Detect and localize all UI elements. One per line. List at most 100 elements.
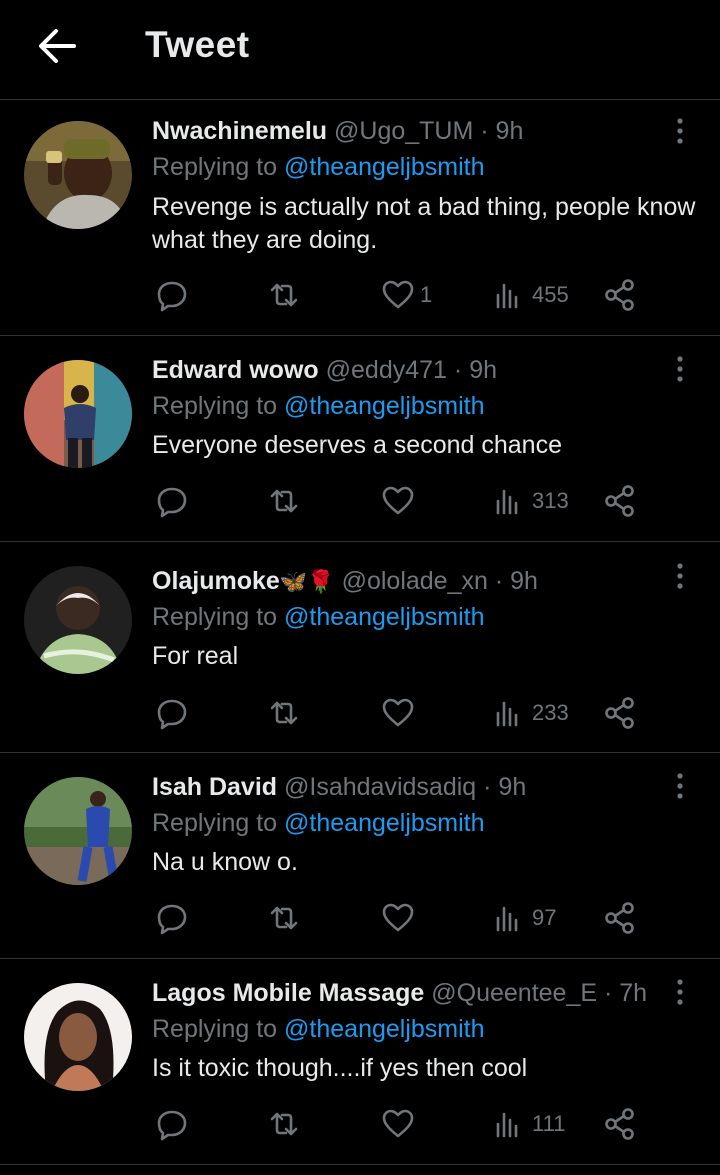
share-icon: [605, 279, 634, 311]
like-button[interactable]: [380, 481, 420, 521]
share-icon: [605, 902, 634, 934]
views-chart-icon: [496, 906, 518, 932]
tweet-text: Everyone deserves a second chance: [152, 431, 562, 459]
share-button[interactable]: [602, 481, 638, 521]
reply-tweet[interactable]: Isah David @Isahdavidsadiq · 9h Replying…: [0, 753, 720, 959]
reply-icon: [157, 699, 187, 730]
share-button[interactable]: [602, 898, 638, 938]
reply-button[interactable]: [154, 275, 190, 315]
heart-icon: [382, 698, 414, 727]
heart-icon: [382, 280, 414, 309]
mention-link[interactable]: @theangeljbsmith: [284, 392, 485, 420]
action-bar: 97: [150, 898, 650, 938]
reply-tweet[interactable]: Olajumoke🦋🌹 @ololade_xn · 9h Replying to…: [0, 542, 720, 753]
avatar[interactable]: [24, 566, 132, 674]
action-bar: 111: [150, 1104, 650, 1144]
reply-meta: Edward wowo @eddy471 · 9h: [152, 353, 497, 387]
replying-to-label: Replying to: [152, 153, 278, 181]
app-header: Tweet: [0, 0, 720, 100]
timestamp[interactable]: 9h: [510, 567, 538, 595]
back-arrow-icon[interactable]: [34, 26, 78, 66]
page-title: Tweet: [145, 24, 250, 65]
more-options-icon[interactable]: [670, 976, 690, 1010]
name-emoji: 🦋🌹: [279, 569, 335, 594]
reply-tweet[interactable]: Nwachinemelu @Ugo_TUM · 9h Replying to @…: [0, 101, 720, 336]
display-name[interactable]: Isah David: [152, 773, 277, 801]
tweet-text: Revenge is actually not a bad thing, peo…: [152, 193, 696, 254]
more-options-icon[interactable]: [670, 115, 690, 149]
timestamp[interactable]: 7h: [619, 979, 647, 1007]
reply-meta: Olajumoke🦋🌹 @ololade_xn · 9h: [152, 564, 538, 598]
user-handle[interactable]: @Isahdavidsadiq: [284, 773, 476, 801]
like-count: 1: [420, 282, 433, 307]
share-icon: [605, 1108, 634, 1140]
like-button[interactable]: [380, 1104, 420, 1144]
reply-button[interactable]: [154, 898, 190, 938]
views-button[interactable]: 233: [492, 693, 569, 733]
replying-to-label: Replying to: [152, 1015, 278, 1043]
avatar[interactable]: [24, 777, 132, 885]
replying-to-label: Replying to: [152, 809, 278, 837]
views-button[interactable]: 313: [492, 481, 569, 521]
display-name[interactable]: Nwachinemelu: [152, 117, 327, 145]
like-button[interactable]: [380, 693, 420, 733]
reply-icon: [157, 1110, 187, 1141]
user-handle[interactable]: @eddy471: [326, 356, 447, 384]
display-name[interactable]: Edward wowo: [152, 356, 319, 384]
avatar[interactable]: [24, 121, 132, 229]
more-options-icon[interactable]: [670, 770, 690, 804]
views-chart-icon: [496, 1112, 518, 1138]
more-options-icon[interactable]: [670, 353, 690, 387]
views-button[interactable]: 111: [492, 1104, 565, 1144]
views-button[interactable]: 455: [492, 275, 569, 315]
user-handle[interactable]: @Ugo_TUM: [334, 117, 473, 145]
share-button[interactable]: [602, 1104, 638, 1144]
replying-to-label: Replying to: [152, 603, 278, 631]
retweet-icon: [270, 489, 298, 513]
mention-link[interactable]: @theangeljbsmith: [284, 809, 485, 837]
display-name[interactable]: Lagos Mobile Massage: [152, 979, 424, 1007]
retweet-button[interactable]: [266, 481, 302, 521]
reply-button[interactable]: [154, 1104, 190, 1144]
replying-to-line: Replying to @theangeljbsmith: [152, 806, 485, 840]
reply-button[interactable]: [154, 693, 190, 733]
retweet-button[interactable]: [266, 898, 302, 938]
display-name[interactable]: Olajumoke: [152, 567, 280, 595]
mention-link[interactable]: @theangeljbsmith: [284, 603, 485, 631]
reply-button[interactable]: [154, 481, 190, 521]
user-handle[interactable]: @ololade_xn: [342, 567, 488, 595]
action-bar: 313: [150, 481, 650, 521]
like-button[interactable]: 1: [380, 275, 432, 315]
timestamp[interactable]: 9h: [469, 356, 497, 384]
action-bar: 1 455: [150, 275, 650, 315]
share-icon: [605, 697, 634, 729]
share-button[interactable]: [602, 275, 638, 315]
reply-tweet[interactable]: Lagos Mobile Massage @Queentee_E · 7h Re…: [0, 959, 720, 1165]
separator-dot: ·: [494, 567, 504, 595]
reply-tweet[interactable]: Edward wowo @eddy471 · 9h Replying to @t…: [0, 336, 720, 542]
reply-meta: Lagos Mobile Massage @Queentee_E · 7h: [152, 976, 647, 1010]
user-handle[interactable]: @Queentee_E: [431, 979, 597, 1007]
heart-icon: [382, 903, 414, 932]
replying-to-line: Replying to @theangeljbsmith: [152, 150, 485, 184]
like-button[interactable]: [380, 898, 420, 938]
avatar[interactable]: [24, 360, 132, 468]
replying-to-line: Replying to @theangeljbsmith: [152, 600, 485, 634]
mention-link[interactable]: @theangeljbsmith: [284, 153, 485, 181]
timestamp[interactable]: 9h: [496, 117, 524, 145]
views-button[interactable]: 97: [492, 898, 556, 938]
mention-link[interactable]: @theangeljbsmith: [284, 1015, 485, 1043]
retweet-icon: [270, 906, 298, 930]
retweet-button[interactable]: [266, 275, 302, 315]
avatar[interactable]: [24, 983, 132, 1091]
view-count: 97: [532, 905, 557, 930]
retweet-button[interactable]: [266, 693, 302, 733]
more-options-icon[interactable]: [670, 560, 690, 594]
views-chart-icon: [496, 489, 518, 515]
share-icon: [605, 485, 634, 517]
timestamp[interactable]: 9h: [498, 773, 526, 801]
retweet-icon: [270, 1112, 298, 1136]
retweet-button[interactable]: [266, 1104, 302, 1144]
share-button[interactable]: [602, 693, 638, 733]
reply-meta: Nwachinemelu @Ugo_TUM · 9h: [152, 114, 523, 148]
